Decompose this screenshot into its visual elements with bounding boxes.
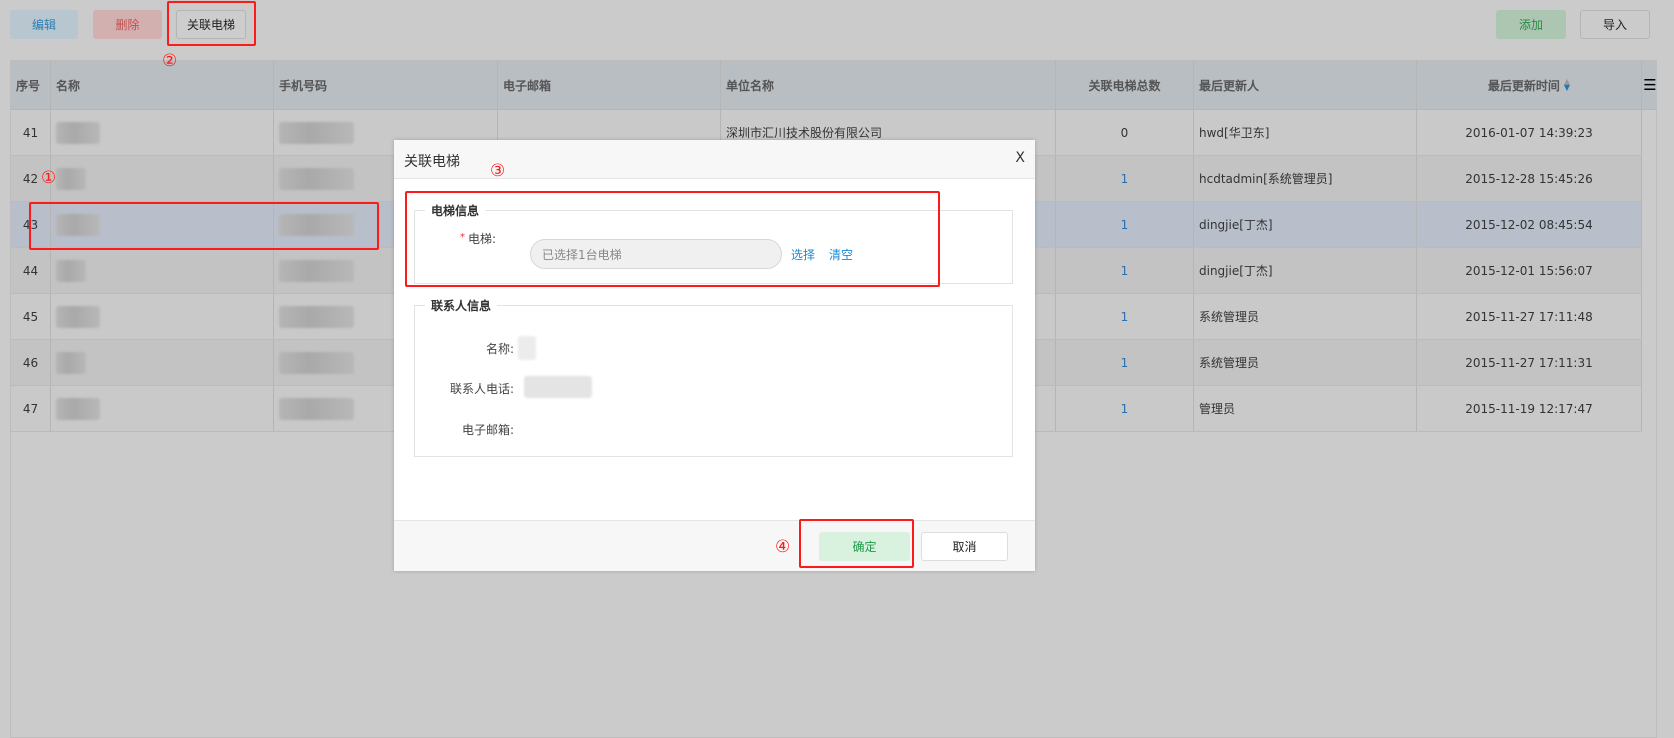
cell-updater: hwd[华卫东] xyxy=(1194,110,1417,155)
phone-label: 联系人电话: xyxy=(449,382,514,396)
cell-name-redacted xyxy=(51,156,274,201)
annotation-3: ③ xyxy=(490,161,506,181)
cancel-button[interactable]: 取消 xyxy=(921,532,1008,561)
link-elevator-button[interactable]: 关联电梯 xyxy=(176,10,246,39)
hamburger-menu-icon[interactable]: ☰ xyxy=(1642,61,1658,109)
select-link[interactable]: 选择 xyxy=(791,246,815,263)
cell-elevator-count: 0 xyxy=(1056,110,1194,155)
col-email: 电子邮箱 xyxy=(498,61,721,109)
table-header: 序号 名称 手机号码 电子邮箱 单位名称 关联电梯总数 最后更新人 最后更新时间… xyxy=(11,61,1657,110)
annotation-4: ④ xyxy=(775,537,791,557)
col-update-time[interactable]: 最后更新时间 ▲ ▼ xyxy=(1417,61,1642,109)
cell-elevator-count: 1 xyxy=(1056,294,1194,339)
elevator-section-title: 电梯信息 xyxy=(425,202,486,219)
cell-name-redacted xyxy=(51,202,274,247)
cell-updater: 管理员 xyxy=(1194,386,1417,431)
cell-update-time: 2015-12-28 15:45:26 xyxy=(1417,156,1642,201)
cell-updater: 系统管理员 xyxy=(1194,294,1417,339)
clear-link[interactable]: 清空 xyxy=(829,246,853,263)
cell-elevator-count: 1 xyxy=(1056,202,1194,247)
add-button[interactable]: 添加 xyxy=(1496,10,1566,39)
col-count: 关联电梯总数 xyxy=(1056,61,1194,109)
elevator-field[interactable]: 已选择1台电梯 xyxy=(530,239,782,269)
cell-elevator-count: 1 xyxy=(1056,340,1194,385)
col-company: 单位名称 xyxy=(721,61,1056,109)
cell-name-redacted xyxy=(51,340,274,385)
redacted-block xyxy=(279,397,354,420)
confirm-button[interactable]: 确定 xyxy=(819,532,910,561)
link-elevator-dialog: 关联电梯 X 电梯信息 * 电梯: 已选择1台电梯 选择 清空 联系人信息 名称… xyxy=(394,140,1035,571)
redacted-block xyxy=(56,259,86,282)
dialog-title: 关联电梯 xyxy=(404,154,460,170)
redacted-block xyxy=(279,167,354,190)
redacted-block xyxy=(279,259,354,282)
elevator-label: 电梯: xyxy=(468,232,497,246)
cell-updater: hcdtadmin[系统管理员] xyxy=(1194,156,1417,201)
cell-index: 44 xyxy=(11,248,51,293)
close-icon[interactable]: X xyxy=(1015,150,1025,166)
annotation-1: ① xyxy=(41,168,57,188)
col-update-time-label: 最后更新时间 xyxy=(1487,78,1560,93)
name-value-redacted xyxy=(518,336,536,360)
cell-updater: dingjie[丁杰] xyxy=(1194,202,1417,247)
cell-update-time: 2015-12-01 15:56:07 xyxy=(1417,248,1642,293)
cell-elevator-count: 1 xyxy=(1056,386,1194,431)
import-button[interactable]: 导入 xyxy=(1580,10,1650,39)
col-index: 序号 xyxy=(11,61,51,109)
email-label: 电子邮箱: xyxy=(461,423,514,437)
contact-section-title: 联系人信息 xyxy=(425,297,498,314)
required-mark: * xyxy=(460,232,465,243)
cell-updater: 系统管理员 xyxy=(1194,340,1417,385)
redacted-block xyxy=(56,213,100,236)
redacted-block xyxy=(279,351,354,374)
cell-update-time: 2015-11-19 12:17:47 xyxy=(1417,386,1642,431)
edit-button[interactable]: 编辑 xyxy=(10,10,78,39)
delete-button[interactable]: 删除 xyxy=(93,10,162,39)
cell-updater: dingjie[丁杰] xyxy=(1194,248,1417,293)
sort-icon[interactable]: ▲ ▼ xyxy=(1564,78,1570,92)
cell-update-time: 2015-11-27 17:11:48 xyxy=(1417,294,1642,339)
cell-update-time: 2016-01-07 14:39:23 xyxy=(1417,110,1642,155)
redacted-block xyxy=(279,213,354,236)
redacted-block xyxy=(56,121,100,144)
cell-index: 46 xyxy=(11,340,51,385)
annotation-2: ② xyxy=(162,51,178,71)
cell-elevator-count: 1 xyxy=(1056,248,1194,293)
cell-name-redacted xyxy=(51,248,274,293)
cell-elevator-count: 1 xyxy=(1056,156,1194,201)
redacted-block xyxy=(279,305,354,328)
cell-index: 43 xyxy=(11,202,51,247)
cell-name-redacted xyxy=(51,110,274,155)
redacted-block xyxy=(279,121,354,144)
redacted-block xyxy=(56,397,100,420)
cell-index: 41 xyxy=(11,110,51,155)
redacted-block xyxy=(56,167,86,190)
name-label: 名称: xyxy=(485,342,514,356)
redacted-block xyxy=(56,305,100,328)
col-updater: 最后更新人 xyxy=(1194,61,1417,109)
phone-value-redacted xyxy=(524,376,592,398)
col-phone: 手机号码 xyxy=(274,61,498,109)
redacted-block xyxy=(56,351,86,374)
cell-index: 45 xyxy=(11,294,51,339)
cell-update-time: 2015-11-27 17:11:31 xyxy=(1417,340,1642,385)
cell-name-redacted xyxy=(51,294,274,339)
cell-update-time: 2015-12-02 08:45:54 xyxy=(1417,202,1642,247)
elevator-field-value: 已选择1台电梯 xyxy=(542,247,622,262)
cell-name-redacted xyxy=(51,386,274,431)
cell-index: 47 xyxy=(11,386,51,431)
